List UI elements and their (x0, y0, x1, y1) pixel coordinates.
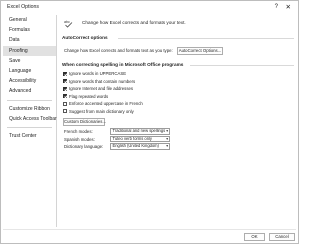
main-dictionary-only-label: Suggest from main dictionary only (69, 108, 134, 114)
main-dictionary-only-option[interactable]: Suggest from main dictionary only (63, 109, 134, 115)
sidebar-item-quick-access-toolbar[interactable]: Quick Access Toolbar (3, 114, 57, 124)
french-modes-select[interactable]: Traditional and new spellings ▾ (110, 128, 170, 135)
section-divider (190, 65, 294, 66)
close-icon[interactable]: ✕ (286, 1, 291, 14)
chevron-down-icon: ▾ (166, 136, 168, 141)
ignore-internet-addresses-label: Ignore Internet and file addresses (69, 86, 134, 91)
cancel-button[interactable]: Cancel (269, 233, 295, 241)
sidebar-item-trust-center[interactable]: Trust Center (3, 131, 56, 141)
ignore-uppercase-label: Ignore words in UPPERCASE (69, 71, 127, 76)
french-modes-label: French modes: (64, 129, 93, 134)
options-sidebar: General Formulas Data Proofing Save Lang… (3, 15, 57, 227)
spelling-section-title: When correcting spelling in Microsoft Of… (62, 62, 184, 67)
sidebar-item-save[interactable]: Save (3, 56, 56, 66)
dictionary-language-select[interactable]: English (United Kingdom) ▾ (110, 143, 170, 150)
dictionary-language-label: Dictionary language: (64, 144, 104, 149)
proofing-panel: abc Change how Excel corrects and format… (58, 15, 298, 227)
ignore-numbers-option[interactable]: Ignore words that contain numbers (63, 79, 135, 85)
ignore-uppercase-option[interactable]: Ignore words in UPPERCASE (63, 71, 126, 77)
flag-repeated-words-checkbox[interactable] (63, 94, 67, 99)
sidebar-divider (7, 97, 52, 101)
french-accented-uppercase-option[interactable]: Enforce accented uppercase in French (63, 101, 143, 107)
footer-divider (3, 229, 296, 230)
main-dictionary-only-checkbox[interactable] (63, 109, 67, 114)
ignore-internet-addresses-checkbox[interactable] (63, 86, 67, 91)
ignore-numbers-label: Ignore words that contain numbers (69, 78, 136, 84)
window-title: Excel Options (7, 4, 40, 10)
title-bar: Excel Options ? ✕ (1, 1, 298, 14)
chevron-down-icon: ▾ (166, 129, 168, 133)
sidebar-item-proofing[interactable]: Proofing (3, 45, 56, 56)
section-divider (118, 38, 294, 39)
spanish-modes-select[interactable]: Tuteo verb forms only ▾ (110, 135, 170, 142)
flag-repeated-words-label: Flag repeated words (69, 93, 109, 99)
sidebar-item-customize-ribbon[interactable]: Customize Ribbon (3, 104, 56, 114)
custom-dictionaries-button[interactable]: Custom Dictionaries... (63, 118, 106, 126)
panel-header-text: Change how Excel corrects and formats yo… (82, 20, 186, 25)
autocorrect-section-title: AutoCorrect options (62, 35, 108, 40)
autocorrect-options-button[interactable]: AutoCorrect Options... (177, 47, 223, 55)
dictionary-language-value: English (United Kingdom) (112, 143, 159, 148)
ignore-internet-addresses-option[interactable]: Ignore Internet and file addresses (63, 86, 133, 92)
french-accented-uppercase-checkbox[interactable] (63, 101, 67, 106)
sidebar-divider (7, 124, 52, 128)
ok-button[interactable]: OK (244, 233, 265, 241)
autocorrect-description: Change how Excel corrects and formats te… (64, 48, 173, 53)
chevron-down-icon: ▾ (166, 144, 168, 148)
flag-repeated-words-option[interactable]: Flag repeated words (63, 94, 108, 100)
sidebar-item-accessibility[interactable]: Accessibility (3, 76, 56, 86)
french-accented-uppercase-label: Enforce accented uppercase in French (69, 101, 143, 106)
ignore-numbers-checkbox[interactable] (63, 79, 67, 84)
french-modes-value: Traditional and new spellings (112, 128, 166, 133)
sidebar-item-general[interactable]: General (3, 15, 56, 25)
excel-options-dialog: Excel Options ? ✕ General Formulas Data … (0, 0, 299, 244)
sidebar-item-data[interactable]: Data (3, 35, 56, 45)
spanish-modes-value: Tuteo verb forms only (112, 135, 152, 141)
sidebar-item-formulas[interactable]: Formulas (3, 25, 56, 35)
abc-proofing-icon: abc (64, 20, 73, 28)
sidebar-item-advanced[interactable]: Advanced (3, 86, 56, 96)
help-icon[interactable]: ? (275, 1, 278, 14)
svg-text:abc: abc (64, 20, 70, 24)
sidebar-item-language[interactable]: Language (3, 66, 56, 76)
spanish-modes-label: Spanish modes: (64, 136, 95, 142)
ignore-uppercase-checkbox[interactable] (63, 71, 67, 76)
